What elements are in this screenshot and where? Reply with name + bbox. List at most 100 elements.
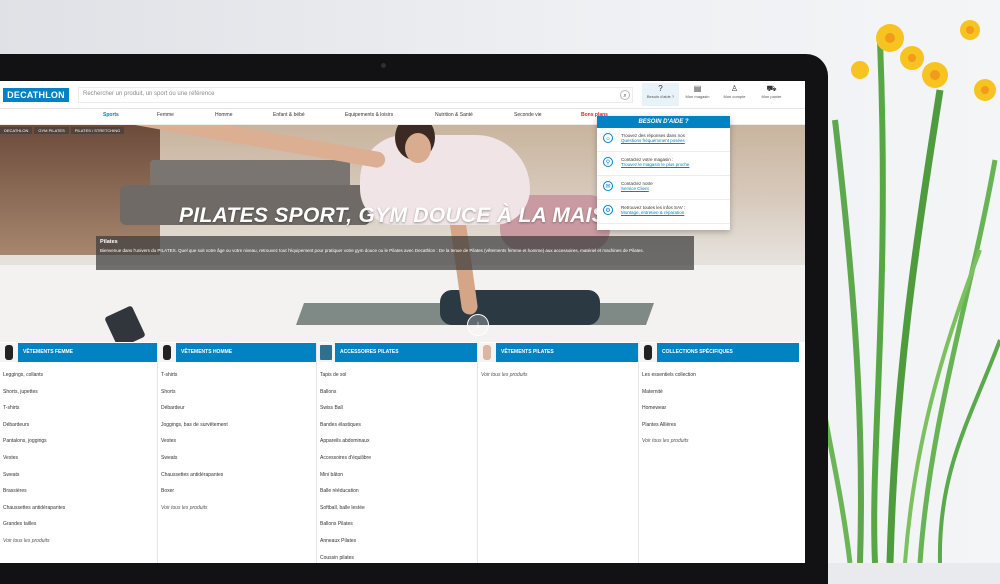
webcam <box>381 63 386 68</box>
category-link[interactable]: Coussin pilates <box>317 550 477 563</box>
category-link[interactable]: Bandes élastiques <box>317 417 477 434</box>
nav-item-sports[interactable]: Sports <box>103 112 119 118</box>
category-link[interactable]: Appareils abdominaux <box>317 433 477 450</box>
cart-label: Mon panier <box>761 94 782 99</box>
category-list: Tapis de sol Ballons Swiss Ball Bandes é… <box>317 367 477 563</box>
category-link[interactable]: T-shirts <box>158 367 316 384</box>
category-link[interactable]: T-shirts <box>0 400 157 417</box>
help-row-link[interactable]: Montage, entretien & réparation <box>621 210 730 215</box>
nav-item-seconde-vie[interactable]: Seconde vie <box>514 112 542 118</box>
help-dropdown-title: BESOIN D'AIDE ? <box>597 116 730 128</box>
category-link[interactable]: Chaussettes antidérapantes <box>158 467 316 484</box>
category-link[interactable]: Brassières <box>0 483 157 500</box>
nav-item-equipements[interactable]: Equipements & loisirs <box>345 112 393 118</box>
category-link[interactable]: Tapis de sol <box>317 367 477 384</box>
category-link[interactable]: Balle rééducation <box>317 483 477 500</box>
category-link[interactable]: Swiss Ball <box>317 400 477 417</box>
category-link[interactable]: Chaussettes antidérapantes <box>0 500 157 517</box>
breadcrumb: DECATHLON GYM PILATES PILATES / STRETCHI… <box>0 127 126 134</box>
help-store-row[interactable]: ⚲ Contactez votre magasin : Trouvez le m… <box>597 152 730 176</box>
category-link[interactable]: Plantes Allières <box>639 417 799 434</box>
category-thumbnail <box>158 343 176 362</box>
see-all-link[interactable]: Voir tous les produits <box>639 433 799 450</box>
see-all-link[interactable]: Voir tous les produits <box>478 367 638 384</box>
category-title: ACCESSOIRES PILATES <box>340 349 399 355</box>
category-list: Leggings, collants Shorts, jupettes T-sh… <box>0 367 157 550</box>
category-link[interactable]: Homewear <box>639 400 799 417</box>
help-sav-row[interactable]: ⚙ Retrouvez toutes les infos SAV : Monta… <box>597 200 730 224</box>
help-faq-row[interactable]: ☼ Trouvez des réponses dans nos Question… <box>597 128 730 152</box>
category-link[interactable]: Les essentiels collection <box>639 367 799 384</box>
help-dropdown: BESOIN D'AIDE ? ☼ Trouvez des réponses d… <box>597 116 730 230</box>
scroll-down-icon[interactable]: ↓ <box>467 314 489 336</box>
category-link[interactable]: Boxer <box>158 483 316 500</box>
see-all-link[interactable]: Voir tous les produits <box>158 500 316 517</box>
store-button[interactable]: ▤ Mon magasin <box>679 83 716 106</box>
category-link[interactable]: Grandes tailles <box>0 516 157 533</box>
category-header[interactable]: VÊTEMENTS PILATES <box>478 343 638 362</box>
search-icon[interactable]: ⌕ <box>620 90 630 100</box>
category-link[interactable]: Mini bâton <box>317 467 477 484</box>
chat-icon: ✉ <box>603 181 613 191</box>
search-placeholder: Rechercher un produit, un sport ou une r… <box>83 91 215 97</box>
nav-item-nutrition[interactable]: Nutrition & Santé <box>435 112 473 118</box>
search-input[interactable]: Rechercher un produit, un sport ou une r… <box>78 87 633 103</box>
help-service-row[interactable]: ✉ Contactez notre Service Client <box>597 176 730 200</box>
category-thumbnail <box>639 343 657 362</box>
help-row-text: Contactez notre <box>621 181 653 186</box>
category-link[interactable]: Débardeurs <box>0 417 157 434</box>
category-link[interactable]: Leggings, collants <box>0 367 157 384</box>
nav-item-enfant[interactable]: Enfant & bébé <box>273 112 305 118</box>
category-header[interactable]: COLLECTIONS SPÉCIFIQUES <box>639 343 799 362</box>
account-button[interactable]: ♙ Mon compte <box>716 83 753 106</box>
decathlon-logo[interactable]: DECATHLON <box>3 88 69 102</box>
nav-item-homme[interactable]: Homme <box>215 112 233 118</box>
category-link[interactable]: Shorts, jupettes <box>0 384 157 401</box>
breadcrumb-item[interactable]: DECATHLON <box>0 127 33 134</box>
hero-description: Pilates Bienvenue dans l'univers du PILA… <box>96 236 694 270</box>
nav-item-femme[interactable]: Femme <box>157 112 174 118</box>
user-icon: ♙ <box>730 84 739 93</box>
category-link[interactable]: Anneaux Pilates <box>317 533 477 550</box>
hero-person-face <box>405 133 431 163</box>
category-link[interactable]: Joggings, bas de survêtement <box>158 417 316 434</box>
breadcrumb-item[interactable]: GYM PILATES <box>34 127 69 134</box>
category-link[interactable]: Vestes <box>0 450 157 467</box>
category-title: VÊTEMENTS PILATES <box>501 349 554 355</box>
category-header[interactable]: VÊTEMENTS HOMME <box>158 343 316 362</box>
cart-button[interactable]: ⛟ Mon panier <box>753 83 790 106</box>
category-link[interactable]: Débardeur <box>158 400 316 417</box>
category-link[interactable]: Ballons Pilates <box>317 516 477 533</box>
help-row-link[interactable]: Service Client <box>621 186 730 191</box>
help-row-text: Contactez votre magasin : <box>621 157 674 162</box>
category-header[interactable]: ACCESSOIRES PILATES <box>317 343 477 362</box>
category-list: Les essentiels collection Maternité Home… <box>639 367 799 450</box>
help-row-link[interactable]: Trouvez le magasin le plus proche <box>621 162 730 167</box>
category-list: Voir tous les produits <box>478 367 638 384</box>
category-link[interactable]: Accessoires d'équilibre <box>317 450 477 467</box>
help-button[interactable]: ? Besoin d'aide ? <box>642 83 679 106</box>
category-link[interactable]: Sweats <box>158 450 316 467</box>
category-link[interactable]: Sweats <box>0 467 157 484</box>
category-title: VÊTEMENTS FEMME <box>23 349 74 355</box>
category-link[interactable]: Ballons <box>317 384 477 401</box>
see-all-link[interactable]: Voir tous les produits <box>0 533 157 550</box>
category-link[interactable]: Pantalons, joggings <box>0 433 157 450</box>
category-link[interactable]: Softball, balle lestée <box>317 500 477 517</box>
category-title: COLLECTIONS SPÉCIFIQUES <box>662 349 733 355</box>
account-label: Mon compte <box>723 94 746 99</box>
help-icon: ? <box>658 84 663 93</box>
store-label: Mon magasin <box>685 94 710 99</box>
category-thumbnail <box>0 343 18 362</box>
daffodil-plant <box>820 20 1000 563</box>
category-title: VÊTEMENTS HOMME <box>181 349 233 355</box>
help-row-text: Retrouvez toutes les infos SAV : <box>621 205 686 210</box>
category-link[interactable]: Shorts <box>158 384 316 401</box>
help-row-text: Trouvez des réponses dans nos <box>621 133 685 138</box>
category-header[interactable]: VÊTEMENTS FEMME <box>0 343 157 362</box>
category-link[interactable]: Maternité <box>639 384 799 401</box>
category-link[interactable]: Vestes <box>158 433 316 450</box>
location-icon: ⚲ <box>603 157 613 167</box>
help-row-link[interactable]: Questions fréquemment posées <box>621 138 730 143</box>
breadcrumb-item[interactable]: PILATES / STRETCHING <box>70 127 125 134</box>
